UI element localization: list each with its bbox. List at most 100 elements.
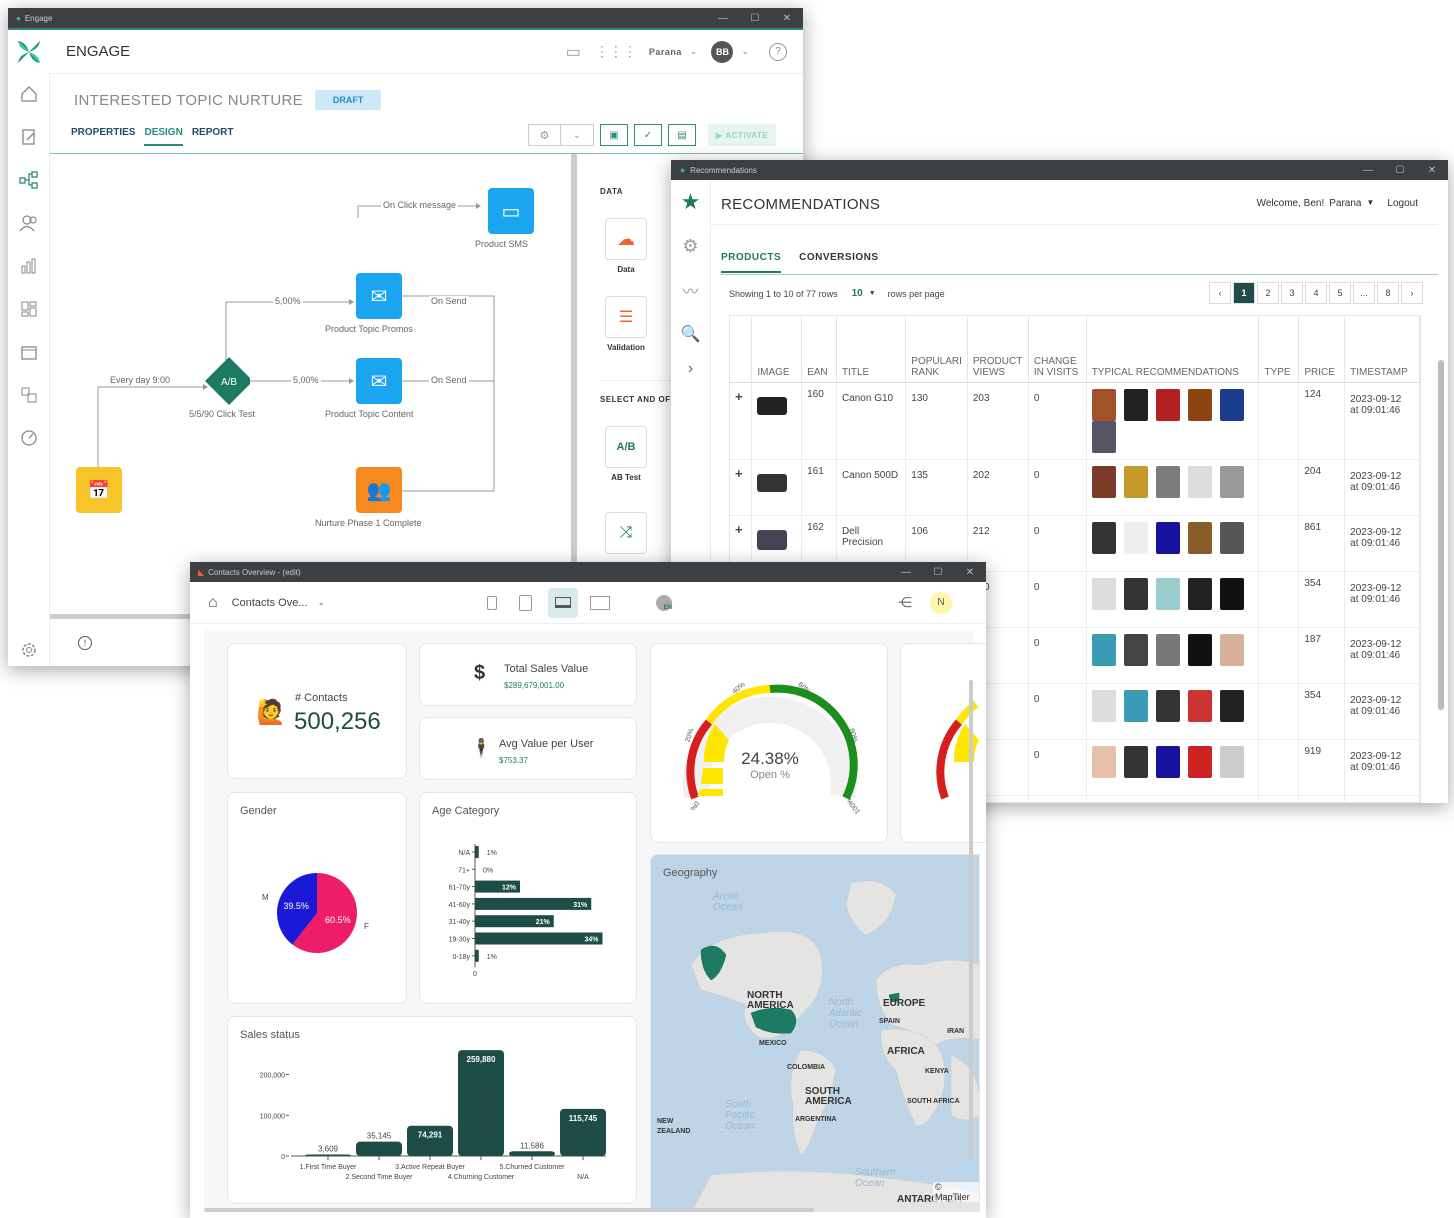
expand-row-icon[interactable]: + (735, 389, 743, 404)
page-button[interactable]: 8 (1377, 282, 1399, 304)
settings-gear-icon[interactable] (8, 628, 50, 666)
column-header[interactable]: PRODUCT VIEWS (967, 316, 1029, 383)
node-product-topic-content[interactable]: ✉ (356, 358, 402, 404)
recommendation-thumb[interactable] (1187, 801, 1212, 802)
page-button[interactable]: 2 (1257, 282, 1279, 304)
reports-icon[interactable] (8, 244, 50, 287)
journey-canvas[interactable]: On Click message 5,00% 5,00% On Send On … (51, 154, 571, 614)
recommendation-thumb[interactable] (1187, 689, 1212, 722)
close-button[interactable]: ✕ (954, 567, 986, 578)
recommendation-thumb[interactable] (1187, 577, 1212, 610)
node-product-sms[interactable]: ▭ (488, 188, 534, 234)
world-map[interactable] (651, 855, 980, 1212)
palette-validation[interactable]: ☰ (605, 296, 647, 338)
preview-icon[interactable]: ▤ (668, 124, 696, 146)
user-name[interactable]: Parana (649, 47, 682, 57)
column-header[interactable]: TYPICAL RECOMMENDATIONS (1086, 316, 1260, 383)
tab-products[interactable]: PRODUCTS (721, 244, 782, 273)
search-products-icon[interactable]: 🔍 (671, 312, 710, 356)
recommendation-thumb[interactable] (1219, 633, 1244, 666)
chat-icon[interactable]: ▭ (566, 42, 581, 62)
recommendation-thumb[interactable] (1155, 689, 1180, 722)
recommendation-thumb[interactable] (1091, 521, 1116, 554)
recommendation-thumb[interactable] (1155, 577, 1180, 610)
tab-conversions[interactable]: CONVERSIONS (799, 244, 878, 273)
phone-view-icon[interactable] (487, 595, 498, 610)
recommendation-thumb[interactable] (1187, 521, 1212, 554)
chevron-down-icon[interactable]: ⌄ (317, 597, 325, 608)
dashboard-name[interactable]: Contacts Ove... (232, 597, 308, 609)
recommendation-thumb[interactable] (1091, 801, 1116, 802)
expand-chevron-icon[interactable]: › (671, 356, 710, 382)
close-button[interactable]: ✕ (1416, 165, 1448, 176)
settings-gear-icon[interactable]: ⚙ (671, 224, 710, 268)
tab-design[interactable]: DESIGN (144, 127, 183, 146)
minimize-button[interactable]: — (707, 13, 739, 24)
home-icon[interactable] (8, 72, 50, 115)
journey-icon[interactable] (8, 158, 50, 201)
table-row[interactable]: +160 Canon G10 130 203 0 124 2023-09-12 at 09:0… (730, 382, 1420, 460)
recommendation-thumb[interactable] (1187, 465, 1212, 498)
age-bar[interactable] (475, 949, 479, 962)
recommendation-thumb[interactable] (1123, 745, 1148, 778)
age-bar[interactable] (475, 932, 603, 945)
node-product-topic-promos[interactable]: ✉ (356, 273, 402, 319)
info-icon[interactable]: ! (78, 636, 92, 650)
recommendation-thumb[interactable] (1091, 633, 1116, 666)
help-icon[interactable]: ? (769, 42, 787, 61)
recommendation-thumb[interactable] (1187, 633, 1212, 666)
sales-bar[interactable] (458, 1050, 504, 1156)
avatar[interactable]: BB (711, 40, 734, 63)
dashboard-vscrollbar[interactable] (969, 680, 973, 1160)
activate-button[interactable]: ▶ ACTIVATE (708, 124, 777, 146)
recommendation-thumb[interactable] (1123, 633, 1148, 666)
node-nurture-complete[interactable]: 👥 (356, 467, 402, 513)
assets-icon[interactable] (8, 373, 50, 416)
maximize-button[interactable]: ☐ (739, 13, 771, 24)
contacts-icon[interactable] (8, 201, 50, 244)
page-button[interactable]: ... (1353, 282, 1375, 304)
column-header[interactable]: TYPE (1258, 316, 1300, 383)
sales-bar[interactable] (509, 1151, 555, 1156)
geography-card[interactable]: Geography NORTH AMERICA EUROPE SPAIN IRAN ME… (650, 854, 980, 1212)
recommendation-thumb[interactable] (1091, 388, 1116, 421)
minimize-button[interactable]: — (1352, 165, 1384, 176)
rows-per-page-select[interactable]: 10 (852, 288, 863, 299)
recommendation-thumb[interactable] (1219, 521, 1244, 554)
page-button[interactable]: › (1401, 282, 1423, 304)
palette-data[interactable]: ☁ (605, 218, 647, 260)
recommendation-thumb[interactable] (1155, 521, 1180, 554)
column-header[interactable]: POPULARI RANK (905, 316, 968, 383)
node-ab-test[interactable]: A/B (204, 357, 250, 405)
rows-chevron-icon[interactable]: ▼ (869, 290, 876, 297)
recommendation-thumb[interactable] (1091, 689, 1116, 722)
page-button[interactable]: 5 (1329, 282, 1351, 304)
logout-link[interactable]: Logout (1387, 198, 1418, 209)
recommendation-thumb[interactable] (1123, 577, 1148, 610)
tab-properties[interactable]: PROPERTIES (71, 127, 144, 146)
avatar-chevron-icon[interactable]: ⌄ (741, 46, 749, 57)
sales-bar[interactable] (356, 1141, 402, 1156)
recommendation-thumb[interactable] (1123, 801, 1148, 802)
recommendation-thumb[interactable] (1219, 388, 1244, 421)
column-header[interactable] (730, 316, 753, 383)
archive-icon[interactable] (8, 330, 50, 373)
edit-doc-icon[interactable] (8, 115, 50, 158)
chevron-down-icon[interactable]: ⌄ (561, 124, 594, 146)
page-button[interactable]: 1 (1233, 282, 1255, 304)
recommendation-thumb[interactable] (1219, 577, 1244, 610)
recommendation-thumb[interactable] (1155, 745, 1180, 778)
validate-check-icon[interactable]: ✓ (634, 124, 662, 146)
laptop-view-icon[interactable] (548, 587, 579, 618)
dashboard-hscrollbar[interactable] (204, 1208, 814, 1212)
share-icon[interactable]: ⋲ (898, 594, 912, 611)
avatar[interactable]: N (930, 591, 953, 614)
page-button[interactable]: 3 (1281, 282, 1303, 304)
column-header[interactable]: TIMESTAMP (1344, 316, 1420, 383)
page-button[interactable]: 4 (1305, 282, 1327, 304)
column-header[interactable]: EAN (801, 316, 837, 383)
recommendation-thumb[interactable] (1155, 465, 1180, 498)
palette-ab-test[interactable]: A/B (605, 426, 647, 468)
expand-row-icon[interactable]: + (735, 522, 743, 537)
save-icon[interactable]: ▣ (600, 124, 628, 146)
